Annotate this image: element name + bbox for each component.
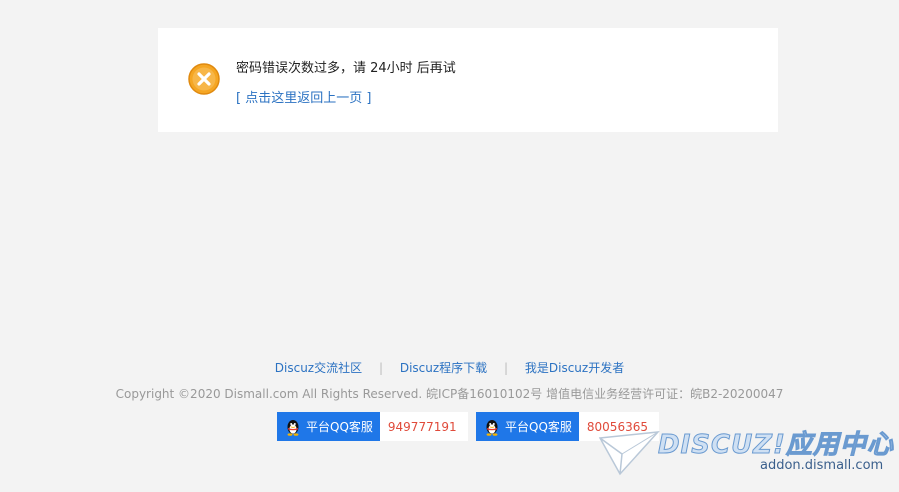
footer-links: Discuz交流社区 | Discuz程序下载 | 我是Discuz开发者 bbox=[0, 359, 899, 376]
qq-service-button[interactable]: 平台QQ客服 bbox=[476, 412, 579, 441]
error-message: 密码错误次数过多，请 24小时 后再试 bbox=[236, 61, 456, 76]
qq-service-label: 平台QQ客服 bbox=[505, 420, 572, 434]
error-x-icon bbox=[188, 63, 220, 95]
footer-separator: | bbox=[504, 361, 509, 375]
watermark: DISCUZ!应用中心 addon.dismall.com bbox=[598, 424, 898, 490]
footer-link-download[interactable]: Discuz程序下载 bbox=[400, 361, 487, 375]
back-link[interactable]: [ 点击这里返回上一页 ] bbox=[236, 87, 371, 106]
footer-link-community[interactable]: Discuz交流社区 bbox=[275, 361, 362, 375]
copyright-text: Copyright ©2020 Dismall.com All Rights R… bbox=[115, 387, 784, 401]
qq-penguin-icon bbox=[486, 419, 498, 436]
watermark-site: addon.dismall.com bbox=[760, 458, 884, 473]
paper-plane-icon bbox=[598, 431, 660, 476]
qq-number: 949777191 bbox=[379, 412, 468, 441]
qq-service-button[interactable]: 平台QQ客服 bbox=[277, 412, 380, 441]
qq-service-1: 平台QQ客服 949777191 bbox=[277, 412, 468, 441]
qq-service-label: 平台QQ客服 bbox=[306, 420, 373, 434]
message-box: 密码错误次数过多，请 24小时 后再试 [ 点击这里返回上一页 ] bbox=[158, 28, 778, 132]
watermark-logo: DISCUZ!应用中心 bbox=[658, 430, 894, 461]
footer-link-developer[interactable]: 我是Discuz开发者 bbox=[525, 361, 624, 375]
footer-separator: | bbox=[378, 361, 383, 375]
qq-penguin-icon bbox=[287, 419, 299, 436]
